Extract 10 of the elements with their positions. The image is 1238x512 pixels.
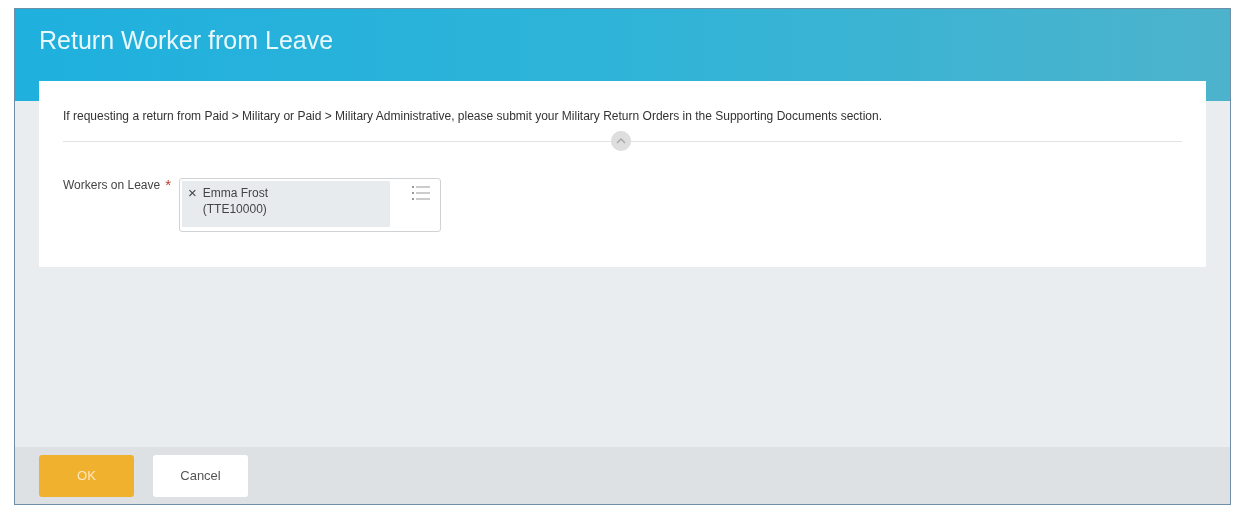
list-icon[interactable] <box>412 185 430 201</box>
remove-button[interactable]: × <box>188 185 197 223</box>
workers-field[interactable]: × Emma Frost (TTE10000) <box>179 178 441 232</box>
window-title: Return Worker from Leave <box>39 26 334 54</box>
cancel-button[interactable]: Cancel <box>153 454 248 497</box>
instruction-text: If requesting a return from Paid > Military or Paid > Military Administrative, please submit your Military Return Orders in the Supporting Documents section. <box>63 109 883 123</box>
required-mark: * <box>165 176 171 193</box>
field-label: Workers on Leave <box>63 178 161 192</box>
worker-name: Emma Frost (TTE10000) <box>202 185 270 218</box>
worker-token[interactable]: × Emma Frost (TTE10000) <box>182 181 390 227</box>
